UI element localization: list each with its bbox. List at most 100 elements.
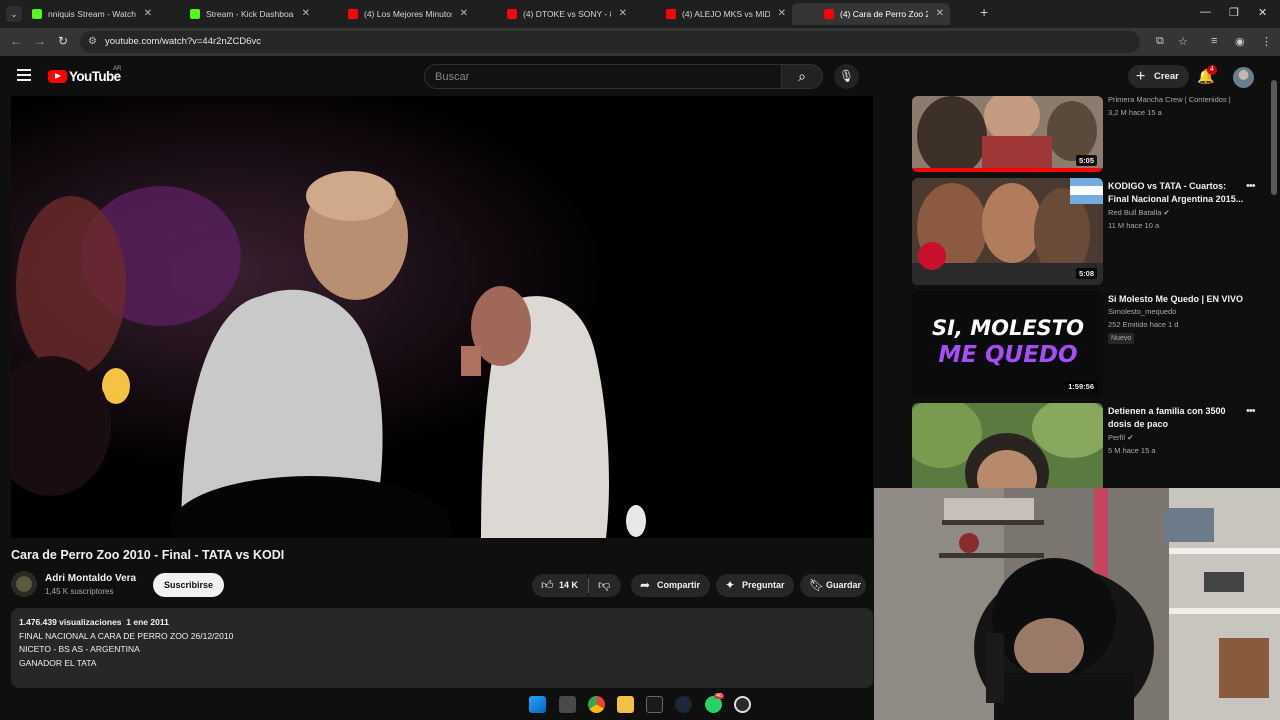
tab-close-icon[interactable]: ✕ xyxy=(144,3,152,25)
video-frame xyxy=(11,96,873,538)
youtube-play-icon xyxy=(48,70,67,83)
search-input[interactable] xyxy=(425,65,781,88)
recommended-channel[interactable]: Red Bull Batalla ✔ xyxy=(1108,208,1170,217)
voice-search-button[interactable]: 🎙 xyxy=(834,64,859,89)
tab-favicon-icon xyxy=(32,9,42,19)
video-description[interactable]: 1.476.439 visualizaciones 1 ene 2011 FIN… xyxy=(11,608,873,688)
tab-favicon-icon xyxy=(824,9,834,19)
task-view-icon[interactable] xyxy=(559,696,576,713)
browser-tab[interactable]: nniquis Stream - Watch Live on ✕ xyxy=(0,3,158,25)
new-tab-button[interactable]: + xyxy=(980,4,988,20)
chrome-icon[interactable] xyxy=(588,696,605,713)
share-button[interactable]: ➦ Compartir xyxy=(631,574,710,597)
profile-icon[interactable]: ◉ xyxy=(1235,35,1245,48)
new-badge: Nuevo xyxy=(1108,333,1135,344)
browser-tab[interactable]: (4) Los Mejores Minutos del Q ✕ xyxy=(316,3,474,25)
recommended-channel[interactable]: Primera Mancha Crew | Contenidos | xyxy=(1108,95,1231,104)
recommended-video[interactable]: 5:05 Primera Mancha Crew | Contenidos | … xyxy=(912,95,1268,174)
windows-taskbar: 46 xyxy=(520,692,760,718)
video-duration: 5:08 xyxy=(1075,268,1097,279)
back-button[interactable]: ← xyxy=(10,34,22,48)
menu-icon[interactable] xyxy=(17,69,31,81)
tab-close-icon[interactable]: ✕ xyxy=(619,3,627,25)
browser-tab[interactable]: (4) DTOKE vs SONY - 8vos El Q ✕ xyxy=(475,3,633,25)
save-button[interactable]: 🔖︎ Guardar xyxy=(800,574,866,597)
search-icon: ⌕ xyxy=(798,68,806,84)
windows-start-icon[interactable] xyxy=(529,696,546,713)
browser-tab[interactable]: (4) Cara de Perro Zoo 2010 - Fi ✕ xyxy=(792,3,950,25)
address-bar-row: ← → ↻ ⚙ youtube.com/watch?v=44r2nZCD6vc … xyxy=(0,28,1280,56)
create-button[interactable]: + Crear xyxy=(1128,65,1189,88)
forward-button[interactable]: → xyxy=(34,34,46,48)
recommended-title[interactable]: Si Molesto Me Quedo | EN VIVO xyxy=(1108,293,1246,306)
view-date-line: 1.476.439 visualizaciones 1 ene 2011 xyxy=(19,617,169,627)
recommended-channel[interactable]: Simolesto_mequedo xyxy=(1108,307,1176,316)
video-thumbnail[interactable]: 5:05 xyxy=(912,96,1103,172)
recommended-video[interactable]: 5:08 KODIGO vs TATA - Cuartos: Final Nac… xyxy=(912,178,1268,286)
description-line: GANADOR EL TATA xyxy=(19,657,97,668)
recommended-meta: 252 Emitido hace 1 d xyxy=(1108,320,1179,329)
tab-close-icon[interactable]: ✕ xyxy=(302,3,310,25)
browser-tab[interactable]: Stream - Kick Dashboard ✕ xyxy=(158,3,316,25)
description-line: NICETO - BS AS - ARGENTINA xyxy=(19,644,140,654)
like-button[interactable]: 👍︎ 14 K xyxy=(532,574,588,597)
search-box xyxy=(424,64,782,89)
subscribe-button[interactable]: Suscribirse xyxy=(153,573,225,597)
recommended-video[interactable]: SI, MOLESTO ME QUEDO 1:59:56 Si Molesto … xyxy=(912,291,1268,399)
dislike-button[interactable]: 👎︎ xyxy=(589,574,621,597)
browser-menu-icon[interactable]: ⋮ xyxy=(1261,35,1272,48)
steam-icon[interactable] xyxy=(675,696,692,713)
notification-count-badge: 4 xyxy=(1207,65,1217,75)
channel-name[interactable]: Adri Montaldo Vera xyxy=(45,573,136,584)
recommended-meta: 5 M hace 15 a xyxy=(1108,446,1156,455)
page-scrollbar[interactable] xyxy=(1271,80,1277,195)
thumbnail-image xyxy=(912,96,1103,172)
recommended-video[interactable]: Detienen a familia con 3500 dosis de pac… xyxy=(912,403,1268,489)
verified-check-icon: ✔ xyxy=(1163,208,1170,217)
obs-icon[interactable] xyxy=(734,696,751,713)
bookmark-icon: 🔖︎ xyxy=(809,578,825,592)
restore-button[interactable]: ❐ xyxy=(1229,6,1239,19)
tab-close-icon[interactable]: ✕ xyxy=(460,3,468,25)
video-thumbnail[interactable]: SI, MOLESTO ME QUEDO 1:59:56 xyxy=(912,291,1103,398)
tab-close-icon[interactable]: ✕ xyxy=(936,3,944,25)
bookmark-star-icon[interactable]: ☆ xyxy=(1178,35,1188,48)
search-button[interactable]: ⌕ xyxy=(781,64,823,89)
recommended-title[interactable]: KODIGO vs TATA - Cuartos: Final Nacional… xyxy=(1108,180,1246,205)
terminal-icon[interactable] xyxy=(646,696,663,713)
verified-check-icon: ✔ xyxy=(1127,433,1134,442)
url-text: youtube.com/watch?v=44r2nZCD6vc xyxy=(105,36,262,47)
tab-title: Stream - Kick Dashboard xyxy=(206,9,294,19)
recommended-meta: 3,2 M hace 15 a xyxy=(1108,108,1162,117)
file-explorer-icon[interactable] xyxy=(617,696,634,713)
video-player[interactable] xyxy=(11,96,873,538)
tab-close-icon[interactable]: ✕ xyxy=(778,3,786,25)
browser-tab[interactable]: (4) ALEJO MKS vs MIDEL FRIJO ✕ xyxy=(634,3,792,25)
more-options-icon[interactable]: ••• xyxy=(1246,405,1256,417)
video-thumbnail[interactable]: 5:08 xyxy=(912,178,1103,285)
channel-avatar[interactable] xyxy=(11,571,37,597)
video-thumbnail[interactable] xyxy=(912,403,1103,489)
description-line: FINAL NACIONAL A CARA DE PERRO ZOO 26/12… xyxy=(19,630,234,641)
url-field[interactable]: ⚙ youtube.com/watch?v=44r2nZCD6vc xyxy=(80,31,1140,53)
tab-favicon-icon xyxy=(507,9,517,19)
recommended-channel[interactable]: Perfil ✔ xyxy=(1108,433,1133,442)
webcam-image xyxy=(874,488,1280,720)
subscriber-count: 1,45 K suscriptores xyxy=(45,587,114,596)
recommended-title[interactable]: Detienen a familia con 3500 dosis de pac… xyxy=(1108,405,1246,430)
media-controls-icon[interactable]: ≡ xyxy=(1211,35,1217,47)
plus-icon: + xyxy=(1136,68,1146,85)
reload-button[interactable]: ↻ xyxy=(58,34,68,48)
site-info-icon[interactable]: ⚙ xyxy=(88,36,97,47)
youtube-header: YouTube AR ⌕ 🎙 +Crear 🔔 4 xyxy=(0,56,1280,96)
close-window-button[interactable]: ✕ xyxy=(1258,6,1267,19)
thumbnail-image xyxy=(912,178,1103,285)
more-options-icon[interactable]: ••• xyxy=(1246,180,1256,192)
video-duration: 5:05 xyxy=(1075,155,1097,166)
share-arrow-icon: ➦ xyxy=(640,578,651,592)
install-app-icon[interactable]: ⧉ xyxy=(1156,35,1164,48)
recommended-meta: 11 M hace 10 a xyxy=(1108,221,1160,230)
minimize-button[interactable]: — xyxy=(1200,6,1211,18)
ask-button[interactable]: ✦ Preguntar xyxy=(716,574,794,597)
account-avatar[interactable] xyxy=(1233,67,1254,88)
